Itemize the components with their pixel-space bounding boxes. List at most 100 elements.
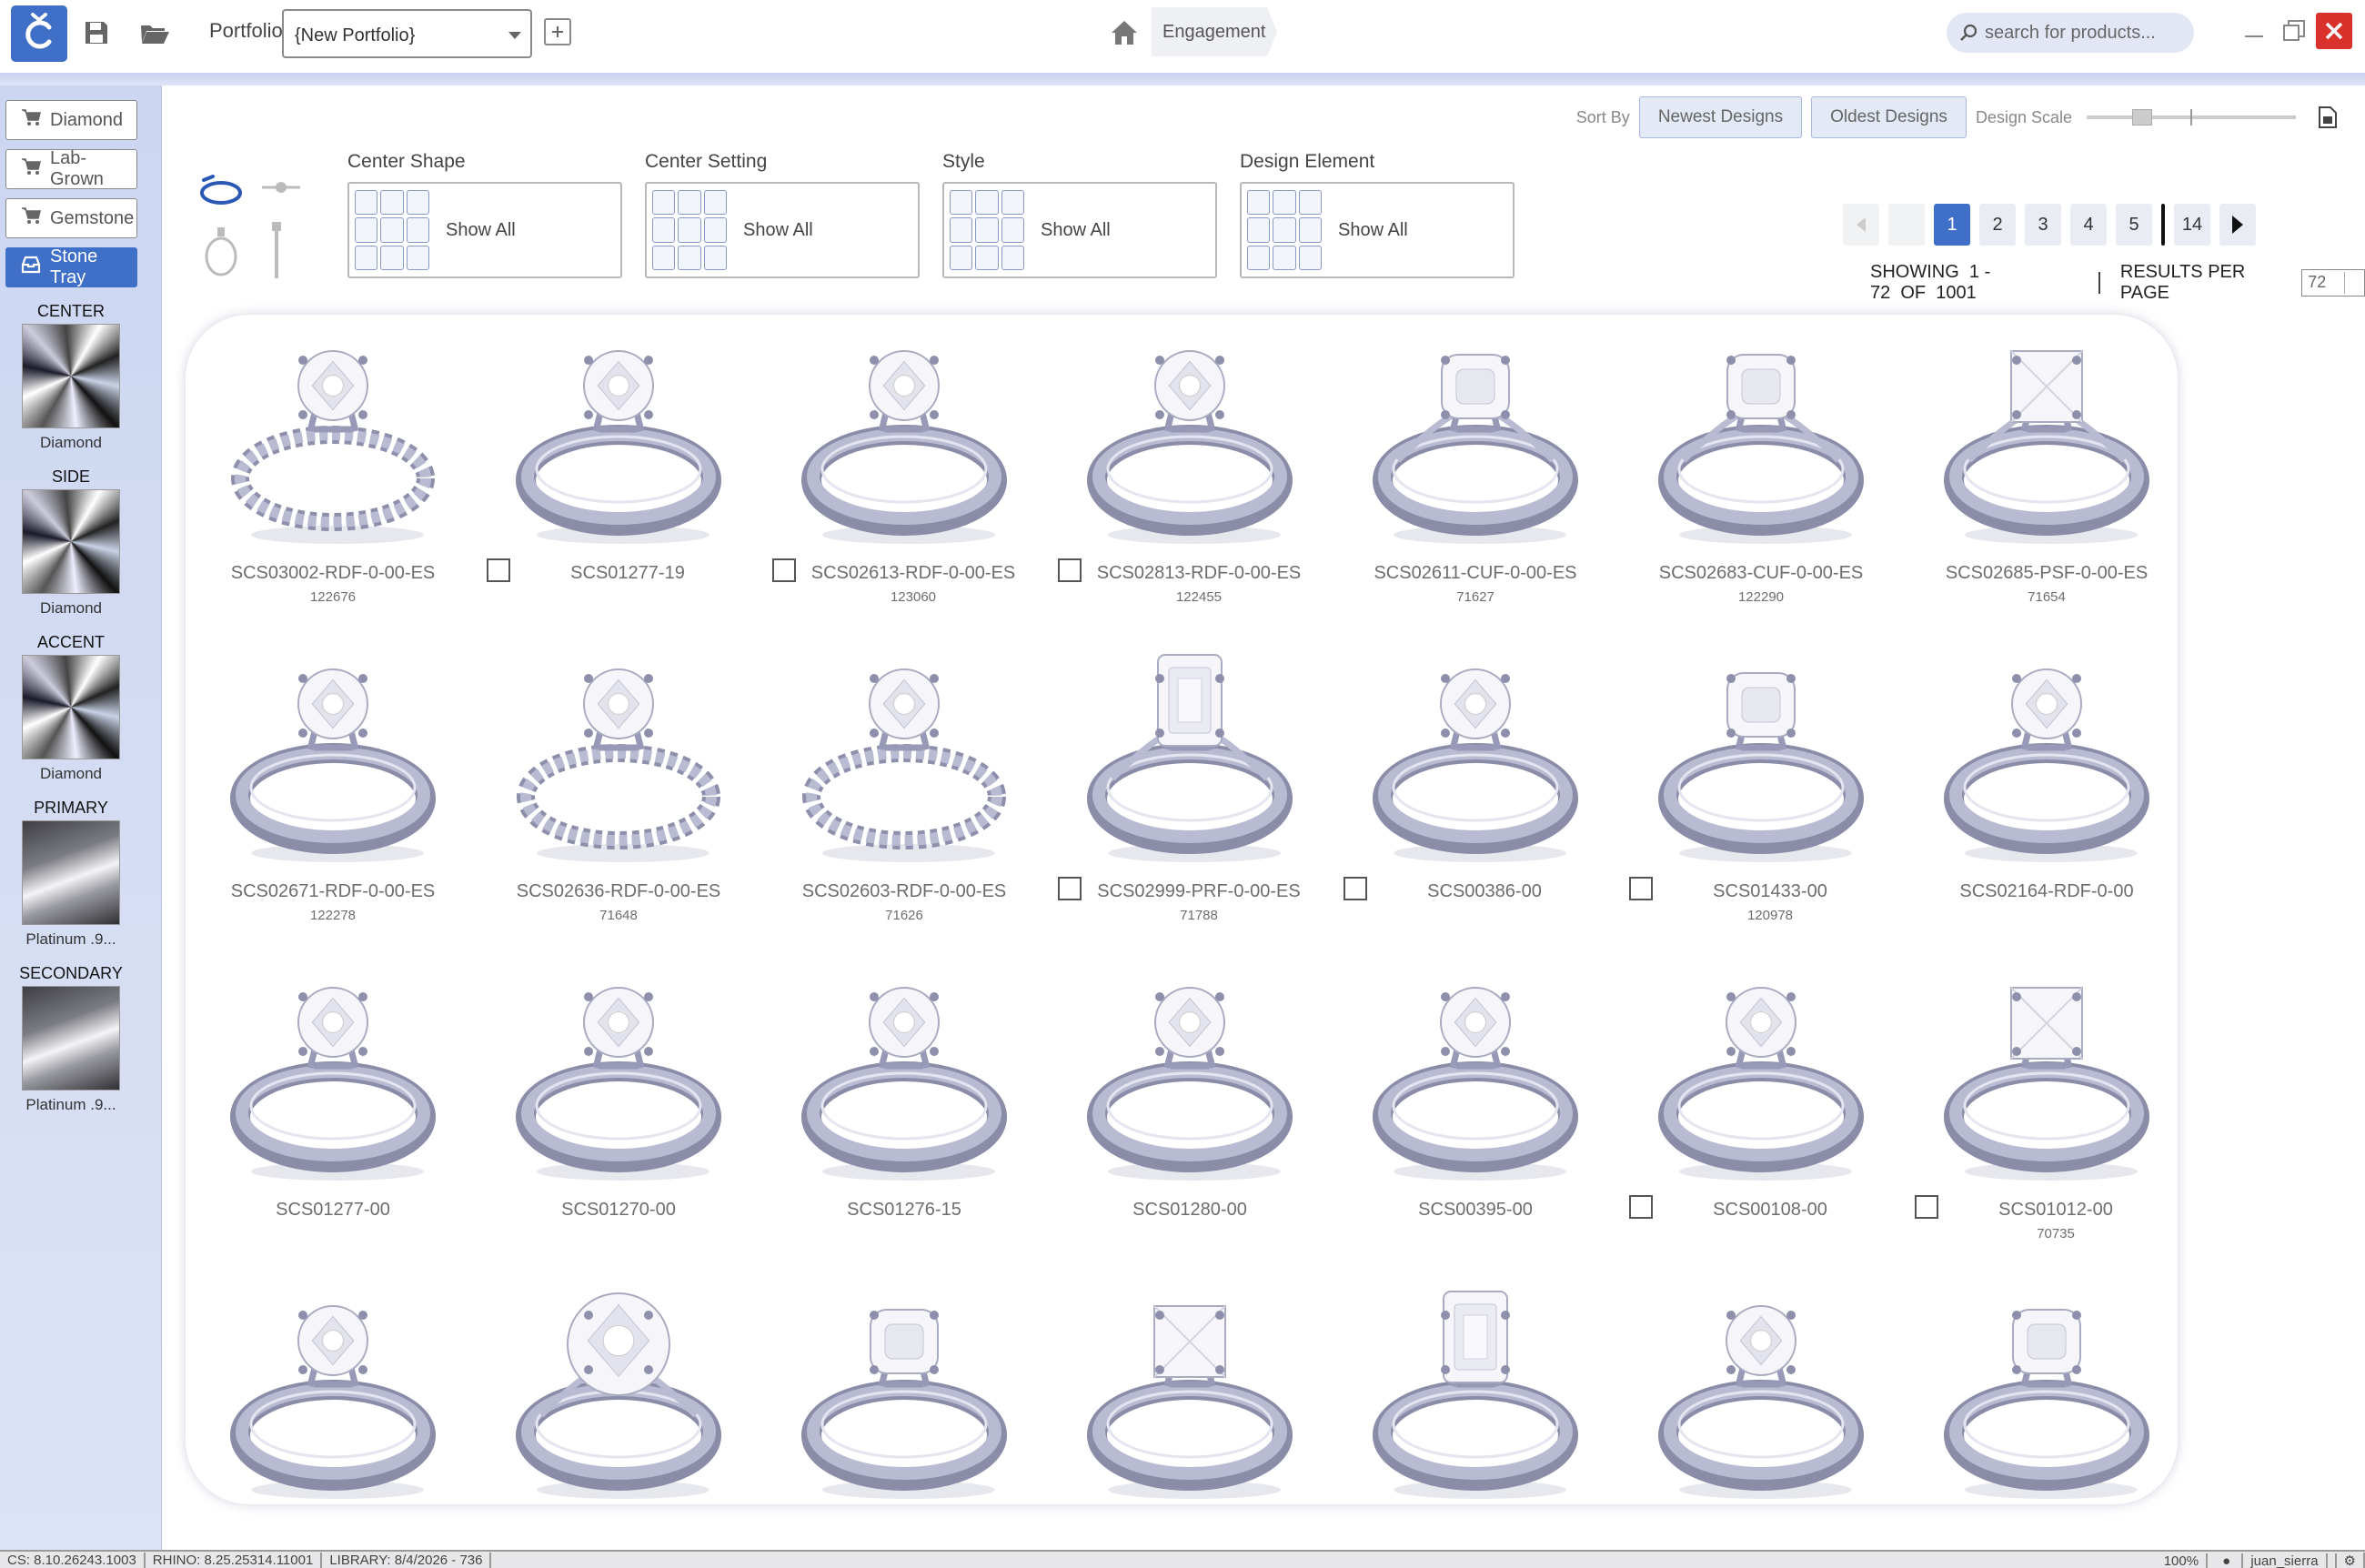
product-card[interactable]: SCS01270-00 [482,951,755,1270]
app-logo-button[interactable] [11,5,67,62]
restore-button[interactable] [2276,13,2312,49]
settings-gear-icon[interactable]: ⚙ [2337,1553,2365,1568]
ring-thumbnail[interactable] [1362,1279,1589,1504]
product-card[interactable]: SCS02685-PSF-0-00-ES 71654 [1910,315,2178,633]
ring-thumbnail[interactable] [1647,324,1875,551]
product-card[interactable]: SCS01276-15 [768,951,1041,1270]
product-card[interactable]: SCS00386-00 [1339,633,1612,951]
product-card[interactable] [1339,1270,1612,1504]
ring-thumbnail[interactable] [505,1279,732,1504]
add-portfolio-button[interactable] [544,18,571,45]
sidebar-stone-tray-button[interactable]: Stone Tray [5,246,137,287]
page-3-button[interactable]: 3 [2025,204,2061,246]
product-card[interactable]: SCS01277-19 [482,315,755,633]
portfolio-select[interactable]: {New Portfolio} [282,9,532,58]
ring-thumbnail[interactable] [1933,960,2160,1188]
ring-thumbnail[interactable] [1076,960,1303,1188]
product-card[interactable]: SCS00108-00 [1625,951,1897,1270]
design-scale-slider[interactable] [2087,109,2296,126]
product-card[interactable]: SCS02636-RDF-0-00-ES 71648 [482,633,755,951]
product-card[interactable]: SCS03002-RDF-0-00-ES 122676 [196,315,469,633]
product-card[interactable] [482,1270,755,1504]
product-card[interactable] [1053,1270,1326,1504]
product-card[interactable]: SCS01277-00 [196,951,469,1270]
open-folder-icon[interactable] [138,16,171,49]
ring-thumbnail[interactable] [790,1279,1018,1504]
product-card[interactable]: SCS01280-00 [1053,951,1326,1270]
ring-thumbnail[interactable] [790,642,1018,869]
first-page-button[interactable] [1888,204,1925,246]
product-card[interactable]: SCS02671-RDF-0-00-ES 122278 [196,633,469,951]
ring-thumbnail[interactable] [1362,324,1589,551]
ring-view-icon[interactable] [198,169,244,209]
ring-thumbnail[interactable] [1647,960,1875,1188]
sort-newest-button[interactable]: Newest Designs [1638,96,1803,138]
product-card[interactable]: SCS00395-00 [1339,951,1612,1270]
stone-slot-secondary-swatch[interactable] [22,986,120,1091]
ring-thumbnail[interactable] [790,960,1018,1188]
ring-thumbnail[interactable] [1362,960,1589,1188]
ring-thumbnail[interactable] [1076,1279,1303,1504]
export-document-icon[interactable] [2318,106,2338,129]
product-card[interactable]: SCS02613-RDF-0-00-ES 123060 [768,315,1041,633]
product-card[interactable]: SCS01012-00 70735 [1910,951,2178,1270]
filter-dropdown[interactable]: Show All [645,182,920,278]
product-card[interactable]: SCS02813-RDF-0-00-ES 122455 [1053,315,1326,633]
prev-page-button[interactable] [1843,204,1879,246]
product-card[interactable] [1910,1270,2178,1504]
stone-slot-accent-swatch[interactable] [22,655,120,759]
product-card[interactable]: SCS01433-00 120978 [1625,633,1897,951]
ring-thumbnail[interactable] [505,960,732,1188]
product-card[interactable] [768,1270,1041,1504]
stone-slot-side-swatch[interactable] [22,489,120,594]
sort-oldest-button[interactable]: Oldest Designs [1811,96,1967,138]
ring-thumbnail[interactable] [219,1279,447,1504]
ring-thumbnail[interactable] [1362,642,1589,869]
results-per-page-select[interactable]: 72 [2301,269,2365,297]
page-4-button[interactable]: 4 [2070,204,2107,246]
ring-thumbnail[interactable] [1076,642,1303,869]
product-card[interactable]: SCS02603-RDF-0-00-ES 71626 [768,633,1041,951]
ring-thumbnail[interactable] [1933,324,2160,551]
ring-thumbnail[interactable] [790,324,1018,551]
sidebar-gemstone-button[interactable]: Gemstone [5,198,137,238]
product-card[interactable]: SCS02611-CUF-0-00-ES 71627 [1339,315,1612,633]
last-page-button[interactable]: 14 [2174,204,2210,246]
ring-thumbnail[interactable] [505,642,732,869]
page-5-button[interactable]: 5 [2116,204,2152,246]
ring-thumbnail[interactable] [219,324,447,551]
stone-slot-center-swatch[interactable] [22,324,120,428]
pendant-view-icon[interactable] [202,224,240,278]
sidebar-lab-grown-button[interactable]: Lab-Grown [5,148,137,189]
ring-thumbnail[interactable] [219,960,447,1188]
ring-thumbnail[interactable] [1933,642,2160,869]
filter-dropdown[interactable]: Show All [1240,182,1515,278]
minimize-button[interactable] [2236,13,2272,49]
product-card[interactable] [1625,1270,1897,1504]
product-card[interactable] [196,1270,469,1504]
breadcrumb-engagement[interactable]: Engagement [1152,7,1277,56]
close-button[interactable] [2316,13,2352,49]
page-1-button[interactable]: 1 [1934,204,1970,246]
ring-thumbnail[interactable] [1076,324,1303,551]
product-card[interactable]: SCS02164-RDF-0-00 [1910,633,2178,951]
ring-thumbnail[interactable] [1647,1279,1875,1504]
search-input[interactable]: search for products... [1947,13,2194,53]
home-icon[interactable] [1108,16,1141,49]
ring-thumbnail[interactable] [505,324,732,551]
filter-dropdown[interactable]: Show All [942,182,1217,278]
filter-dropdown[interactable]: Show All [347,182,622,278]
page-2-button[interactable]: 2 [1979,204,2016,246]
ring-thumbnail[interactable] [1933,1279,2160,1504]
product-card[interactable]: SCS02683-CUF-0-00-ES 122290 [1625,315,1897,633]
earring-view-icon[interactable] [269,222,284,280]
product-card[interactable]: SCS02999-PRF-0-00-ES 71788 [1053,633,1326,951]
next-page-button[interactable] [2219,204,2256,246]
stone-slot-primary-swatch[interactable] [22,820,120,925]
bracelet-view-icon[interactable] [260,176,302,198]
design-scale-thumb[interactable] [2132,109,2152,126]
ring-thumbnail[interactable] [1647,642,1875,869]
sidebar-diamond-button[interactable]: Diamond [5,100,137,140]
ring-thumbnail[interactable] [219,642,447,869]
save-icon[interactable] [80,16,113,49]
